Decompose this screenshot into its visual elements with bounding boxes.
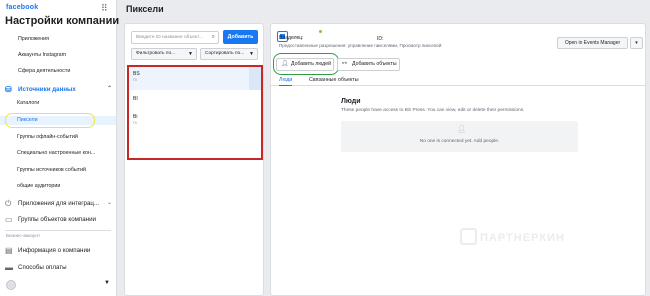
tab-connected-assets[interactable]: Связанные объекты: [309, 75, 359, 85]
sidebar-section-integrations[interactable]: ⏻ Приложения для интеграц... ⌄: [0, 198, 116, 209]
empty-state: 👤︎ No one is connected yet. Add people.: [341, 121, 578, 152]
add-people-button[interactable]: 👤︎ Добавить людей: [276, 58, 334, 71]
watermark-logo-icon: [460, 228, 477, 245]
chevron-down-icon: ⌄: [106, 200, 112, 206]
sidebar-item-shared-audiences[interactable]: общие аудитории: [0, 182, 116, 191]
add-people-label: Добавить людей: [291, 61, 331, 67]
permissions-text: Предоставленные разрешения: управление п…: [279, 43, 442, 48]
add-assets-label: Добавить объекты: [352, 61, 397, 67]
sidebar-item-event-source-groups[interactable]: Группы источников событий: [0, 166, 116, 175]
people-heading: Люди: [341, 98, 361, 105]
person-placeholder-icon: 👤︎: [457, 126, 466, 133]
caret-down-icon: ▼: [249, 51, 254, 57]
sidebar-item-instagram[interactable]: Аккаунты Instagram: [0, 51, 116, 60]
add-pixel-button[interactable]: Добавить: [223, 30, 258, 44]
avatar: [6, 280, 16, 290]
filter-label: Фильтровать по...: [136, 51, 176, 56]
sort-label: Сортировать по...: [205, 51, 245, 56]
info-icon: ▤: [5, 246, 13, 255]
pixel-name: BS: [133, 71, 140, 77]
status-dot: [319, 30, 322, 33]
scrollbar[interactable]: [249, 67, 261, 90]
facebook-logo[interactable]: facebook: [6, 4, 38, 11]
more-options-button[interactable]: ▾: [630, 37, 643, 49]
id-label: ID:: [377, 36, 384, 42]
sidebar-section-business-info[interactable]: ▤ Информация о компании: [0, 245, 116, 256]
sidebar-section-label: Информация о компании: [18, 247, 91, 254]
sidebar-section-label: Приложения для интеграц...: [18, 200, 100, 207]
list-item[interactable]: BS Пі: [133, 71, 140, 82]
owner-label: Владелец:: [279, 35, 304, 41]
sort-dropdown[interactable]: Сортировать по... ▼: [200, 48, 258, 60]
sidebar-section-label: Источники данных: [18, 86, 76, 93]
account-switcher[interactable]: ▼: [4, 279, 112, 291]
selected-row-background: [129, 67, 261, 90]
pixel-id: Пі: [133, 121, 137, 125]
pixel-name: BI: [133, 96, 138, 102]
people-description: These people have access to BS Press. Yo…: [341, 108, 525, 113]
list-item[interactable]: Bi Пі: [133, 114, 137, 125]
open-events-manager-button[interactable]: Open in Events Manager: [557, 37, 628, 49]
search-icon: ⌕: [211, 34, 215, 40]
watermark: ПАРТНЕРКИН: [480, 232, 565, 244]
person-icon: 👤︎: [281, 61, 289, 67]
sidebar-section-data-sources[interactable]: ⛁ Источники данных ⌃: [0, 84, 116, 95]
pixel-list-highlight: BS Пі BI Bi Пі: [127, 65, 263, 160]
sidebar-item-apps[interactable]: Приложения: [0, 35, 116, 44]
sidebar-item-custom-conversions[interactable]: Специально настроенные кон...: [0, 149, 116, 158]
sidebar-section-business-asset-groups[interactable]: ▭ Группы объектов компании: [0, 214, 116, 225]
caret-down-icon: ▼: [188, 51, 193, 57]
page-title: Пиксели: [126, 4, 164, 14]
chevron-up-icon: ⌃: [106, 86, 112, 92]
database-icon: ⛁: [5, 85, 12, 94]
folder-icon: ▭: [5, 215, 13, 224]
pixel-list-panel: Введите ID название объект... ⌕ Добавить…: [124, 23, 264, 296]
tab-people[interactable]: Люди: [279, 75, 293, 86]
pixel-detail-panel: Владелец: ID: Предоставленные разрешения…: [270, 23, 646, 296]
search-input[interactable]: Введите ID название объект... ⌕: [131, 31, 219, 44]
pixels-highlight-outline: [5, 113, 95, 128]
sidebar-divider: [5, 230, 111, 231]
empty-state-message: No one is connected yet. Add people.: [419, 139, 500, 144]
card-icon: ▬: [5, 263, 13, 272]
filter-dropdown[interactable]: Фильтровать по... ▼: [131, 48, 197, 60]
caret-down-icon: ▼: [104, 280, 110, 286]
sidebar-item-industry[interactable]: Сфера деятельности: [0, 67, 116, 76]
sidebar-caption: Бизнес-аккаунт: [6, 234, 41, 239]
sidebar-section-label: Группы объектов компании: [18, 216, 97, 223]
list-item[interactable]: BI: [133, 96, 138, 103]
sidebar-item-catalogs[interactable]: Каталоги: [0, 99, 116, 108]
apps-grid-icon[interactable]: ⠿: [101, 3, 108, 14]
sidebar-section-label: Способы оплаты: [18, 264, 67, 271]
detail-tabs: Люди Связанные объекты: [271, 75, 645, 86]
sidebar-item-offline-event-sets[interactable]: Группы офлайн-событий: [0, 133, 116, 142]
sidebar-section-payment-methods[interactable]: ▬ Способы оплаты: [0, 262, 116, 273]
search-placeholder: Введите ID название объект...: [136, 35, 203, 40]
pixel-name: Bi: [133, 114, 138, 120]
add-assets-button[interactable]: ⚯ Добавить объекты: [337, 58, 400, 71]
plug-icon: ⏻: [5, 199, 12, 208]
sidebar: facebook ⠿ Настройки компании Приложения…: [0, 0, 120, 296]
assets-icon: ⚯: [342, 61, 348, 67]
sidebar-title: Настройки компании: [5, 15, 120, 27]
pixel-id: Пі: [133, 78, 137, 82]
